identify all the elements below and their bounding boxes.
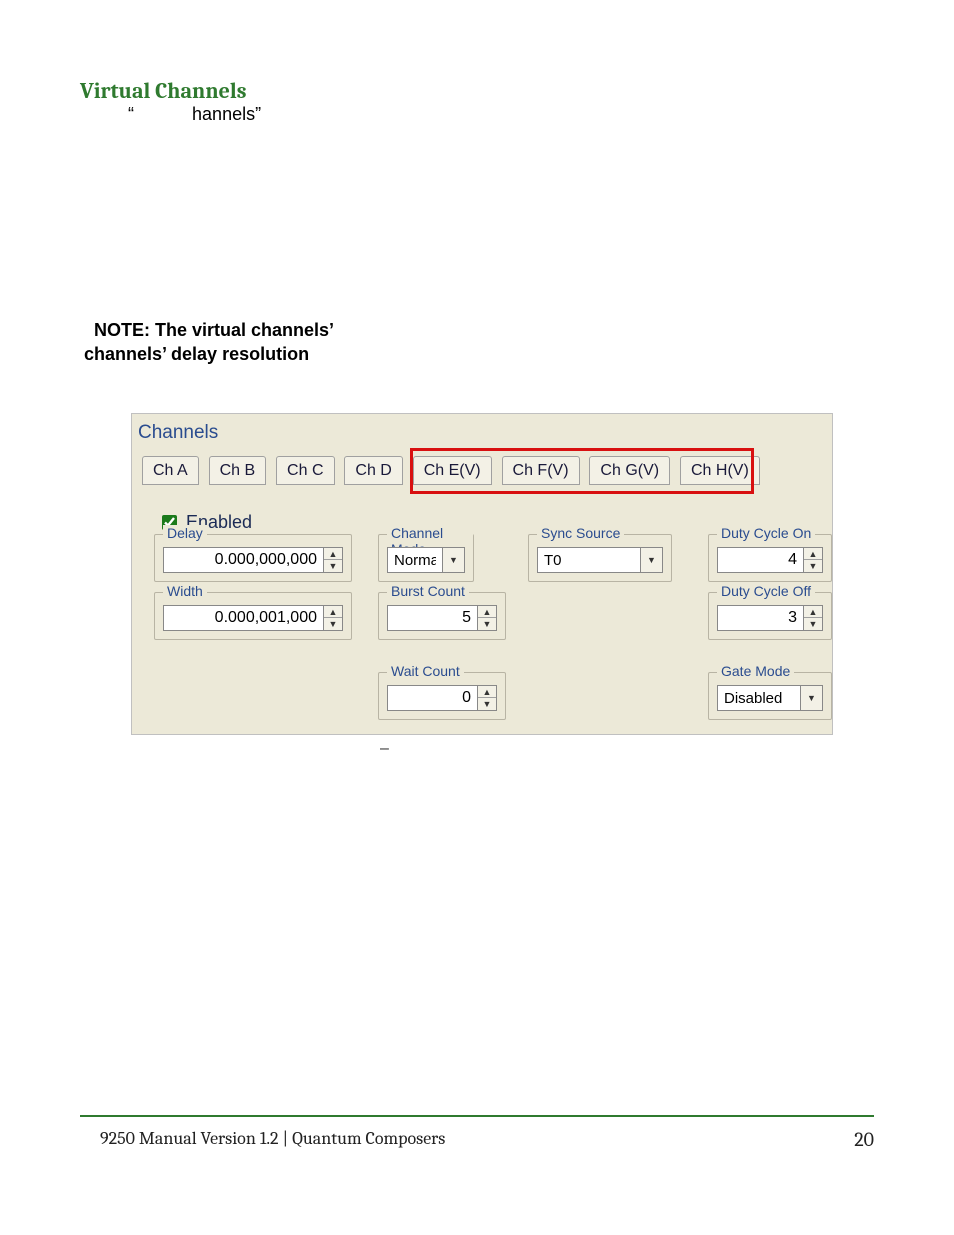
width-input[interactable] — [163, 605, 324, 631]
section-heading: Virtual Channels — [80, 78, 247, 104]
group-channel-mode: Channel Mode ▼ — [378, 534, 474, 582]
gate-mode-select[interactable] — [717, 685, 801, 711]
label-wait-count: Wait Count — [387, 663, 464, 679]
width-spin-down-icon[interactable]: ▼ — [324, 618, 342, 630]
note-block: NOTE: The virtual channels’ channels’ de… — [84, 318, 334, 367]
tab-ch-gv[interactable]: Ch G(V) — [589, 456, 670, 485]
channel-mode-select[interactable] — [387, 547, 443, 573]
channel-mode-dropdown-icon[interactable]: ▼ — [443, 547, 465, 573]
group-sync-source: Sync Source ▼ — [528, 534, 672, 582]
label-duty-cycle-off: Duty Cycle Off — [717, 583, 815, 599]
group-wait-count: Wait Count ▲ ▼ — [378, 672, 506, 720]
note-line1: NOTE: The virtual channels’ — [94, 320, 334, 340]
label-delay: Delay — [163, 525, 207, 541]
duty-cycle-on-input[interactable] — [717, 547, 804, 573]
label-burst-count: Burst Count — [387, 583, 469, 599]
duty-cycle-off-input[interactable] — [717, 605, 804, 631]
panel-title: Channels — [138, 422, 218, 444]
sync-source-dropdown-icon[interactable]: ▼ — [641, 547, 663, 573]
subline-text: hannels” — [192, 104, 261, 124]
label-duty-cycle-on: Duty Cycle On — [717, 525, 815, 541]
channel-tabs: Ch A Ch B Ch C Ch D Ch E(V) Ch F(V) Ch G… — [142, 456, 766, 488]
wait-spin-up-icon[interactable]: ▲ — [478, 686, 496, 698]
delay-input[interactable] — [163, 547, 324, 573]
footer-text: 9250 Manual Version 1.2 | Quantum Compos… — [100, 1128, 445, 1149]
tab-ch-b[interactable]: Ch B — [209, 456, 267, 485]
label-gate-mode: Gate Mode — [717, 663, 794, 679]
tab-ch-c[interactable]: Ch C — [276, 456, 334, 485]
burst-spin-down-icon[interactable]: ▼ — [478, 618, 496, 630]
group-delay: Delay ▲ ▼ — [154, 534, 352, 582]
burst-spin-up-icon[interactable]: ▲ — [478, 606, 496, 618]
group-duty-cycle-off: Duty Cycle Off ▲ ▼ — [708, 592, 832, 640]
wait-spin-down-icon[interactable]: ▼ — [478, 698, 496, 710]
subline: “ hannels” — [128, 104, 261, 125]
dcoff-spin-up-icon[interactable]: ▲ — [804, 606, 822, 618]
label-width: Width — [163, 583, 207, 599]
footer-rule — [80, 1115, 874, 1117]
tab-ch-d[interactable]: Ch D — [344, 456, 402, 485]
burst-count-input[interactable] — [387, 605, 478, 631]
delay-spin-down-icon[interactable]: ▼ — [324, 560, 342, 572]
width-spin-up-icon[interactable]: ▲ — [324, 606, 342, 618]
open-quote: “ — [128, 104, 134, 124]
label-sync-source: Sync Source — [537, 525, 624, 541]
wait-count-input[interactable] — [387, 685, 478, 711]
tab-ch-fv[interactable]: Ch F(V) — [502, 456, 580, 485]
channels-panel: Channels Ch A Ch B Ch C Ch D Ch E(V) Ch … — [131, 413, 833, 735]
group-width: Width ▲ ▼ — [154, 592, 352, 640]
dcon-spin-up-icon[interactable]: ▲ — [804, 548, 822, 560]
delay-spin-up-icon[interactable]: ▲ — [324, 548, 342, 560]
dcoff-spin-down-icon[interactable]: ▼ — [804, 618, 822, 630]
group-duty-cycle-on: Duty Cycle On ▲ ▼ — [708, 534, 832, 582]
figure-dash: – — [380, 740, 389, 758]
page: Virtual Channels “ hannels” NOTE: The vi… — [0, 0, 954, 1235]
tab-ch-a[interactable]: Ch A — [142, 456, 199, 485]
group-burst-count: Burst Count ▲ ▼ — [378, 592, 506, 640]
group-gate-mode: Gate Mode ▼ — [708, 672, 832, 720]
page-number: 20 — [854, 1128, 874, 1151]
note-line2: channels’ delay resolution — [84, 344, 309, 364]
sync-source-select[interactable] — [537, 547, 641, 573]
dcon-spin-down-icon[interactable]: ▼ — [804, 560, 822, 572]
tab-ch-hv[interactable]: Ch H(V) — [680, 456, 760, 485]
gate-mode-dropdown-icon[interactable]: ▼ — [801, 685, 823, 711]
tab-ch-ev[interactable]: Ch E(V) — [413, 456, 492, 485]
